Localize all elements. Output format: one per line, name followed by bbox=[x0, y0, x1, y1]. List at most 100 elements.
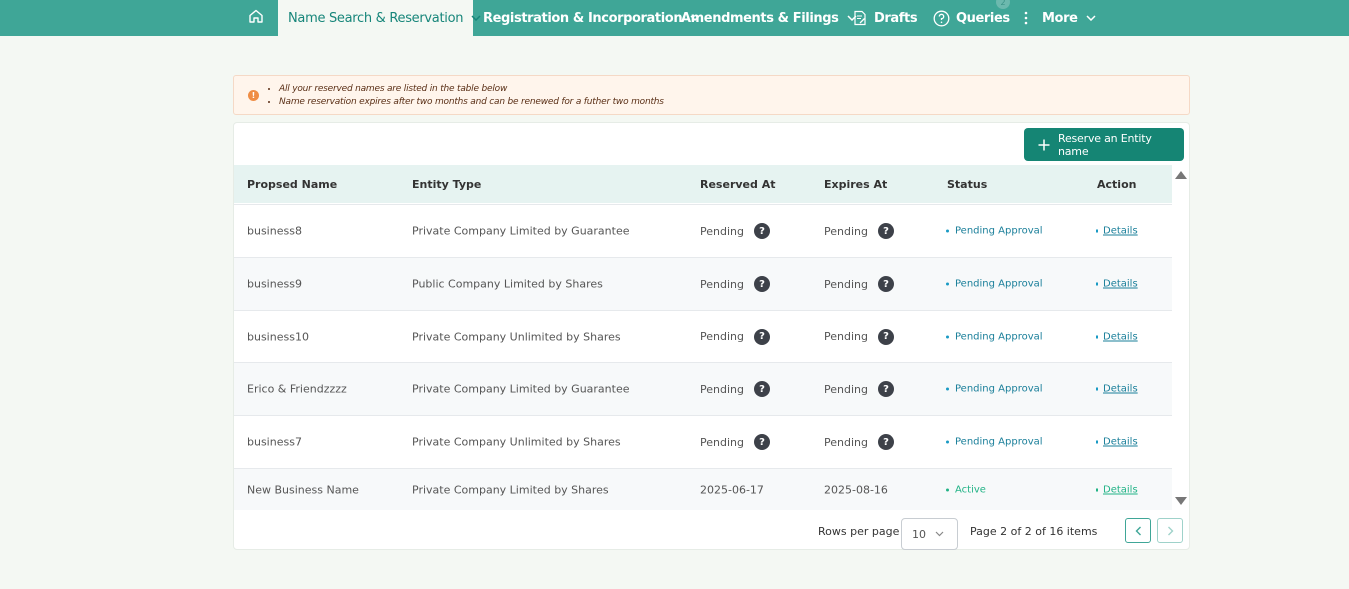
entity-type: Private Company Unlimited by Shares bbox=[412, 435, 621, 449]
link-marker bbox=[1096, 440, 1098, 444]
question-circle-icon bbox=[933, 10, 950, 27]
status-badge: Active bbox=[946, 484, 986, 495]
column-header: Propsed Name bbox=[247, 178, 338, 191]
expires-at: Pending? bbox=[824, 328, 894, 345]
status-badge: Pending Approval bbox=[946, 331, 1043, 342]
link-marker bbox=[1096, 229, 1098, 233]
reserve-label: Reserve an Entity name bbox=[1058, 131, 1152, 158]
expires-at-value: Pending bbox=[824, 435, 868, 449]
rows-per-page-value: 10 bbox=[912, 527, 926, 541]
nav-label: Name Search & Reservation bbox=[288, 10, 464, 26]
chevron-down-icon bbox=[471, 15, 481, 21]
home-icon bbox=[248, 8, 264, 28]
help-icon[interactable]: ? bbox=[753, 434, 770, 450]
scroll-down-arrow-icon[interactable] bbox=[1175, 497, 1187, 505]
details-link[interactable]: Details bbox=[1096, 279, 1138, 290]
reserved-at: Pending? bbox=[700, 434, 770, 450]
nav-more[interactable]: More bbox=[1024, 0, 1096, 36]
alert-list: All your reserved names are listed in th… bbox=[279, 83, 664, 109]
next-page-button[interactable] bbox=[1157, 518, 1183, 543]
nav-amendments[interactable]: Amendments & Filings bbox=[681, 0, 857, 36]
home-button[interactable] bbox=[240, 0, 272, 36]
details-link[interactable]: Details bbox=[1096, 437, 1138, 448]
status-text: Pending Approval bbox=[955, 278, 1043, 290]
scroll-up-arrow-icon[interactable] bbox=[1175, 171, 1187, 179]
column-header: Action bbox=[1097, 178, 1137, 191]
reserved-at-value: Pending bbox=[700, 330, 744, 343]
reserved-at-value: Pending bbox=[700, 382, 744, 396]
reserved-at: Pending? bbox=[700, 328, 770, 345]
status-badge: Pending Approval bbox=[946, 279, 1043, 290]
details-label: Details bbox=[1103, 225, 1138, 237]
draft-document-icon bbox=[852, 10, 868, 26]
details-label: Details bbox=[1103, 383, 1138, 395]
reserved-at: Pending? bbox=[700, 381, 770, 397]
proposed-name: Erico & Friendzzzz bbox=[247, 382, 347, 396]
reserved-at: Pending? bbox=[700, 223, 770, 239]
details-label: Details bbox=[1103, 484, 1138, 495]
entity-type: Public Company Limited by Shares bbox=[412, 277, 603, 291]
nav-label: Drafts bbox=[874, 10, 918, 26]
proposed-name: business10 bbox=[247, 330, 309, 343]
expires-at: Pending? bbox=[824, 434, 894, 450]
status-badge: Pending Approval bbox=[946, 226, 1043, 237]
help-icon[interactable]: ? bbox=[753, 381, 770, 397]
chevron-right-icon bbox=[1167, 521, 1174, 540]
info-alert: ! All your reserved names are listed in … bbox=[233, 75, 1190, 115]
column-header: Status bbox=[947, 178, 988, 191]
help-icon[interactable]: ? bbox=[877, 381, 894, 397]
details-link[interactable]: Details bbox=[1096, 384, 1138, 395]
entity-type: Private Company Limited by Guarantee bbox=[412, 224, 630, 238]
table-row: business8 Private Company Limited by Gua… bbox=[234, 204, 1172, 257]
help-icon[interactable]: ? bbox=[877, 434, 894, 450]
expires-at-value: Pending bbox=[824, 330, 868, 343]
expires-at-value: Pending bbox=[824, 277, 868, 291]
reserve-entity-name-button[interactable]: Reserve an Entity name bbox=[1024, 128, 1184, 161]
nav-name-search[interactable]: Name Search & Reservation bbox=[278, 0, 481, 36]
reservations-card: Reserve an Entity name Propsed Name Enti… bbox=[233, 122, 1190, 550]
expires-at-value: Pending bbox=[824, 224, 868, 238]
details-link[interactable]: Details bbox=[1096, 226, 1138, 237]
nav-drafts[interactable]: Drafts bbox=[852, 0, 918, 36]
status-dot bbox=[946, 335, 949, 338]
column-header: Reserved At bbox=[700, 178, 776, 191]
nav-registration[interactable]: Registration & Incorporation bbox=[483, 0, 700, 36]
status-text: Pending Approval bbox=[955, 331, 1043, 342]
expires-at: Pending? bbox=[824, 276, 894, 292]
status-text: Pending Approval bbox=[955, 436, 1043, 448]
help-icon[interactable]: ? bbox=[753, 223, 770, 239]
reserved-at-value: Pending bbox=[700, 277, 744, 291]
status-dot bbox=[946, 229, 949, 233]
more-vertical-icon bbox=[1024, 11, 1028, 25]
details-link[interactable]: Details bbox=[1096, 331, 1138, 342]
entity-type: Private Company Unlimited by Shares bbox=[412, 330, 621, 343]
details-label: Details bbox=[1103, 331, 1138, 342]
status-dot bbox=[946, 440, 949, 444]
status-text: Active bbox=[955, 484, 986, 495]
help-icon[interactable]: ? bbox=[753, 328, 770, 345]
column-header: Expires At bbox=[824, 178, 888, 191]
plus-icon bbox=[1038, 139, 1050, 151]
proposed-name: New Business Name bbox=[247, 483, 359, 496]
expires-at: 2025-08-16 bbox=[824, 483, 888, 496]
page-info: Page 2 of 2 of 16 items bbox=[970, 525, 1098, 538]
nav-label: Amendments & Filings bbox=[681, 10, 839, 26]
rows-per-page-select[interactable]: 10 bbox=[901, 518, 958, 550]
entity-type: Private Company Limited by Shares bbox=[412, 483, 609, 496]
table-row: Erico & Friendzzzz Private Company Limit… bbox=[234, 362, 1172, 415]
help-icon[interactable]: ? bbox=[877, 328, 894, 345]
column-header: Entity Type bbox=[412, 178, 482, 191]
status-badge: Pending Approval bbox=[946, 437, 1043, 448]
help-icon[interactable]: ? bbox=[877, 276, 894, 292]
expires-at: Pending? bbox=[824, 381, 894, 397]
details-link[interactable]: Details bbox=[1096, 484, 1138, 495]
status-dot bbox=[946, 488, 949, 491]
previous-page-button[interactable] bbox=[1125, 518, 1151, 543]
proposed-name: business8 bbox=[247, 224, 302, 238]
nav-label: More bbox=[1042, 10, 1078, 26]
help-icon[interactable]: ? bbox=[877, 223, 894, 239]
alert-line: Name reservation expires after two month… bbox=[279, 96, 664, 109]
link-marker bbox=[1096, 282, 1098, 286]
chevron-down-icon bbox=[935, 531, 944, 537]
help-icon[interactable]: ? bbox=[753, 276, 770, 292]
